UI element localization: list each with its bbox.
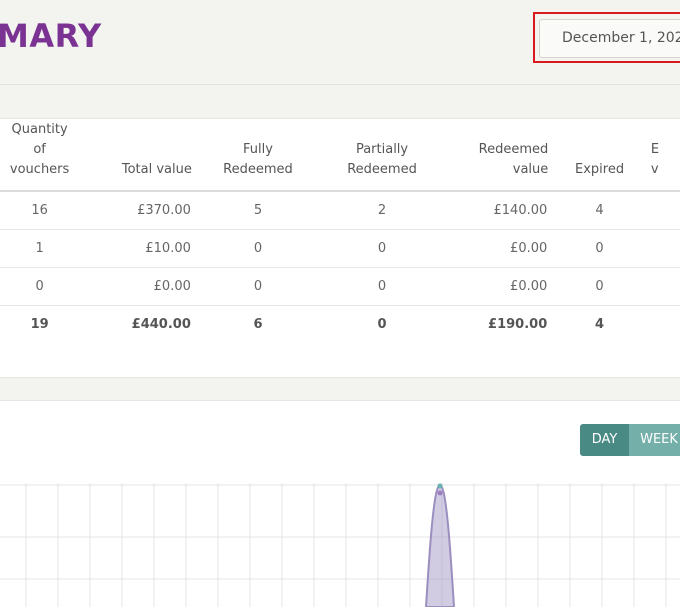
table-row: 0 £0.00 0 0 £0.00 0 bbox=[0, 267, 680, 306]
day-button[interactable]: DAY bbox=[580, 424, 629, 456]
date-range-picker[interactable]: December 1, 202 bbox=[539, 19, 680, 58]
voucher-chart bbox=[0, 483, 680, 607]
summary-table: Quantity of vouchers Total value Fully Red… bbox=[0, 119, 680, 343]
period-toggle: DAY WEEK bbox=[580, 424, 680, 456]
table-row: 16 £370.00 5 2 £140.00 4 bbox=[0, 191, 680, 230]
col-header-quantity: Quantity of vouchers bbox=[0, 119, 70, 192]
week-button[interactable]: WEEK bbox=[629, 424, 680, 456]
summary-panel: Quantity of vouchers Total value Fully Red… bbox=[0, 118, 680, 378]
series-area bbox=[424, 483, 456, 607]
col-header-partially-redeemed: Partially Redeemed bbox=[324, 119, 440, 192]
page-header: MARY December 1, 202 bbox=[0, 0, 680, 85]
col-header-total-value: Total value bbox=[69, 119, 192, 192]
chart-panel: DAY WEEK bbox=[0, 400, 680, 607]
table-total-row: 19 £440.00 6 0 £190.00 4 bbox=[30, 316, 605, 332]
table-row: 1 £10.00 0 0 £0.00 0 bbox=[0, 229, 680, 268]
chart-grid bbox=[0, 483, 680, 607]
peak-point-2[interactable] bbox=[437, 490, 443, 496]
table-header-row: Quantity of vouchers Total value Fully Red… bbox=[0, 119, 680, 192]
date-range-value: December 1, 202 bbox=[562, 30, 680, 46]
col-header-fully-redeemed: Fully Redeemed bbox=[191, 119, 325, 192]
col-header-truncated: Ev bbox=[650, 119, 680, 192]
page-title: MARY bbox=[0, 17, 102, 55]
peak-point-1[interactable] bbox=[437, 483, 443, 489]
col-header-expired: Expired bbox=[548, 119, 651, 192]
col-header-redeemed-value: Redeemed value bbox=[440, 119, 549, 192]
